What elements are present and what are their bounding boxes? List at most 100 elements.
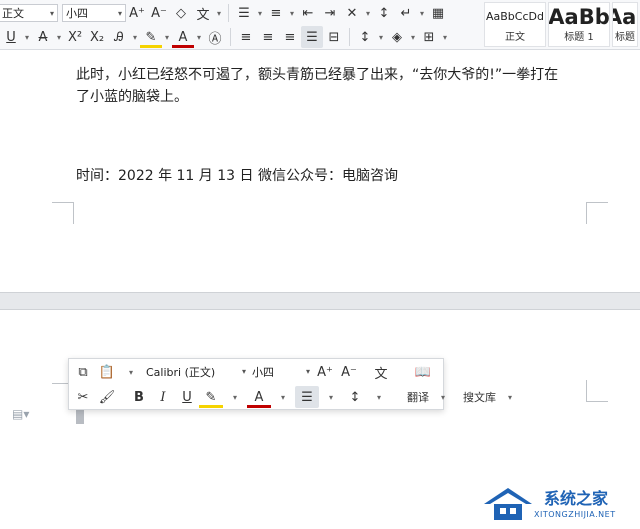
mini-row-1: ⧉ 📋 ▾ Calibri (正文) ▾ 小四 ▾ A⁺ A⁻ 文 📖 xyxy=(71,360,435,384)
format-painter-icon[interactable]: 🖌 xyxy=(95,386,119,408)
numbered-list-icon[interactable]: ≡ xyxy=(265,2,287,24)
line-spacing-icon[interactable]: ↕ xyxy=(354,26,376,48)
superscript-icon[interactable]: X² xyxy=(64,26,86,48)
chevron-down-icon[interactable]: ▾ xyxy=(214,2,224,24)
divider xyxy=(228,4,229,22)
table-grid-icon[interactable]: ▦ xyxy=(427,2,449,24)
chevron-down-icon: ▾ xyxy=(117,9,122,18)
increase-font-icon[interactable]: A⁺ xyxy=(126,2,148,24)
underline-icon[interactable]: U xyxy=(175,386,199,408)
margin-mark xyxy=(586,380,608,402)
mini-font-select[interactable]: Calibri (正文) ▾ xyxy=(143,363,249,381)
align-center-icon[interactable]: ≡ xyxy=(257,26,279,48)
increase-indent-icon[interactable]: ⇥ xyxy=(319,2,341,24)
house-logo-icon xyxy=(484,488,532,520)
decrease-font-icon[interactable]: A⁻ xyxy=(148,2,170,24)
floating-format-toolbar: ⧉ 📋 ▾ Calibri (正文) ▾ 小四 ▾ A⁺ A⁻ 文 📖 ✂ 🖌 … xyxy=(68,358,512,410)
mini-size-value: 小四 xyxy=(252,366,274,379)
style-preview: AaBb xyxy=(548,5,610,29)
chevron-down-icon: ▾ xyxy=(49,9,54,18)
chevron-down-icon[interactable]: ▾ xyxy=(498,386,522,408)
mini-row-2: ✂ 🖌 B I U ✎ ▾ A ▾ ☰ ▾ ↕ ▾ 翻译 ▾ 搜文库 ▾ xyxy=(71,385,522,409)
cut-icon[interactable]: ✂ xyxy=(71,386,95,408)
bold-icon[interactable]: B xyxy=(127,386,151,408)
chevron-down-icon[interactable]: ▾ xyxy=(130,26,140,48)
style-select[interactable]: 正文 ▾ xyxy=(0,4,58,22)
font-size-select[interactable]: 小四 ▾ xyxy=(62,4,126,22)
paragraph-line: 时间：2022 年 11 月 13 日 微信公众号：电脑咨询 xyxy=(76,168,398,184)
style-name: 正文 xyxy=(505,32,525,43)
bullet-list-icon[interactable]: ☰ xyxy=(233,2,255,24)
chevron-down-icon[interactable]: ▾ xyxy=(119,361,143,383)
search-doc-icon[interactable]: 📖 xyxy=(411,361,435,383)
copy-icon[interactable]: ⧉ xyxy=(71,361,95,383)
chevron-down-icon[interactable]: ▾ xyxy=(408,26,418,48)
style-card-title[interactable]: AaI 标题 xyxy=(612,2,638,47)
ribbon-toolbar: 正文 ▾ 小四 ▾ A⁺ A⁻ ◇ 文 ▾ ☰ ▾ ≡ ▾ ⇤ ⇥ ✕ ▾ ↕ … xyxy=(0,0,640,50)
strikethrough-icon[interactable]: A xyxy=(32,26,54,48)
paste-icon[interactable]: 📋 xyxy=(95,361,119,383)
site-watermark: 系统之家 XITONGZHIJIA.NET xyxy=(478,484,638,526)
style-gallery: AaBbCcDd 正文 AaBb 标题 1 AaI 标题 xyxy=(484,2,640,47)
decrease-font-icon[interactable]: A⁻ xyxy=(337,361,361,383)
sort-icon[interactable]: ↕ xyxy=(373,2,395,24)
text-effect-icon[interactable]: Ꭿ xyxy=(108,26,130,48)
chevron-down-icon[interactable]: ▾ xyxy=(223,386,247,408)
shading-icon[interactable]: ◈ xyxy=(386,26,408,48)
paragraph-line: 此时，小红已经怒不可遏了，额头青筋已经暴了出来，“去你大爷的!”一拳打在 xyxy=(76,67,559,83)
ribbon-row-1: 正文 ▾ 小四 ▾ A⁺ A⁻ ◇ 文 ▾ ☰ ▾ ≡ ▾ ⇤ ⇥ ✕ ▾ ↕ … xyxy=(0,1,449,25)
chevron-down-icon[interactable]: ▾ xyxy=(440,26,450,48)
chevron-down-icon[interactable]: ▾ xyxy=(194,26,204,48)
chevron-down-icon[interactable]: ▾ xyxy=(271,386,295,408)
chevron-down-icon[interactable]: ▾ xyxy=(319,386,343,408)
search-doc-button[interactable]: 搜文库 xyxy=(461,389,498,405)
borders-icon[interactable]: ⊞ xyxy=(418,26,440,48)
align-justify-icon[interactable]: ☰ xyxy=(295,386,319,408)
italic-icon[interactable]: I xyxy=(151,386,175,408)
font-color-icon[interactable]: A xyxy=(172,26,194,48)
decrease-indent-icon[interactable]: ⇤ xyxy=(297,2,319,24)
document-canvas xyxy=(0,50,640,529)
chevron-down-icon[interactable]: ▾ xyxy=(367,386,391,408)
margin-mark xyxy=(52,202,74,224)
style-select-value: 正文 xyxy=(2,7,24,20)
mini-size-select[interactable]: 小四 ▾ xyxy=(249,363,313,381)
chevron-down-icon[interactable]: ▾ xyxy=(417,2,427,24)
phonetic-guide-icon[interactable]: 文 xyxy=(192,2,214,24)
chevron-down-icon[interactable]: ▾ xyxy=(376,26,386,48)
align-justify-icon[interactable]: ☰ xyxy=(301,26,323,48)
chevron-down-icon[interactable]: ▾ xyxy=(431,386,455,408)
style-card-heading-1[interactable]: AaBb 标题 1 xyxy=(548,2,610,47)
chevron-down-icon[interactable]: ▾ xyxy=(22,26,32,48)
character-border-icon[interactable]: Ⓐ xyxy=(204,26,226,48)
text-direction-icon[interactable]: ✕ xyxy=(341,2,363,24)
style-preview: AaI xyxy=(613,5,637,29)
style-name: 标题 1 xyxy=(564,32,594,43)
line-spacing-icon[interactable]: ↕ xyxy=(343,386,367,408)
chevron-down-icon[interactable]: ▾ xyxy=(54,26,64,48)
clear-format-icon[interactable]: ◇ xyxy=(170,2,192,24)
chevron-down-icon: ▾ xyxy=(241,367,246,376)
align-left-icon[interactable]: ≡ xyxy=(235,26,257,48)
align-right-icon[interactable]: ≡ xyxy=(279,26,301,48)
style-card-normal[interactable]: AaBbCcDd 正文 xyxy=(484,2,546,47)
subscript-icon[interactable]: X₂ xyxy=(86,26,108,48)
increase-font-icon[interactable]: A⁺ xyxy=(313,361,337,383)
chevron-down-icon[interactable]: ▾ xyxy=(162,26,172,48)
paragraph-line: 了小蓝的脑袋上。 xyxy=(76,89,188,105)
highlight-icon[interactable]: ✎ xyxy=(140,26,162,48)
watermark-url: XITONGZHIJIA.NET xyxy=(534,510,616,519)
translate-button[interactable]: 翻译 xyxy=(405,389,431,405)
distributed-align-icon[interactable]: ⊟ xyxy=(323,26,345,48)
font-color-icon[interactable]: A xyxy=(247,386,271,408)
page-layout-icon[interactable]: ▤▾ xyxy=(12,407,29,421)
chevron-down-icon[interactable]: ▾ xyxy=(255,2,265,24)
watermark-text: 系统之家 xyxy=(544,489,609,508)
translate-icon[interactable]: 文 xyxy=(369,361,393,383)
show-marks-icon[interactable]: ↵ xyxy=(395,2,417,24)
style-name: 标题 xyxy=(615,32,635,43)
highlight-icon[interactable]: ✎ xyxy=(199,386,223,408)
chevron-down-icon[interactable]: ▾ xyxy=(287,2,297,24)
underline-icon[interactable]: U xyxy=(0,26,22,48)
chevron-down-icon[interactable]: ▾ xyxy=(363,2,373,24)
